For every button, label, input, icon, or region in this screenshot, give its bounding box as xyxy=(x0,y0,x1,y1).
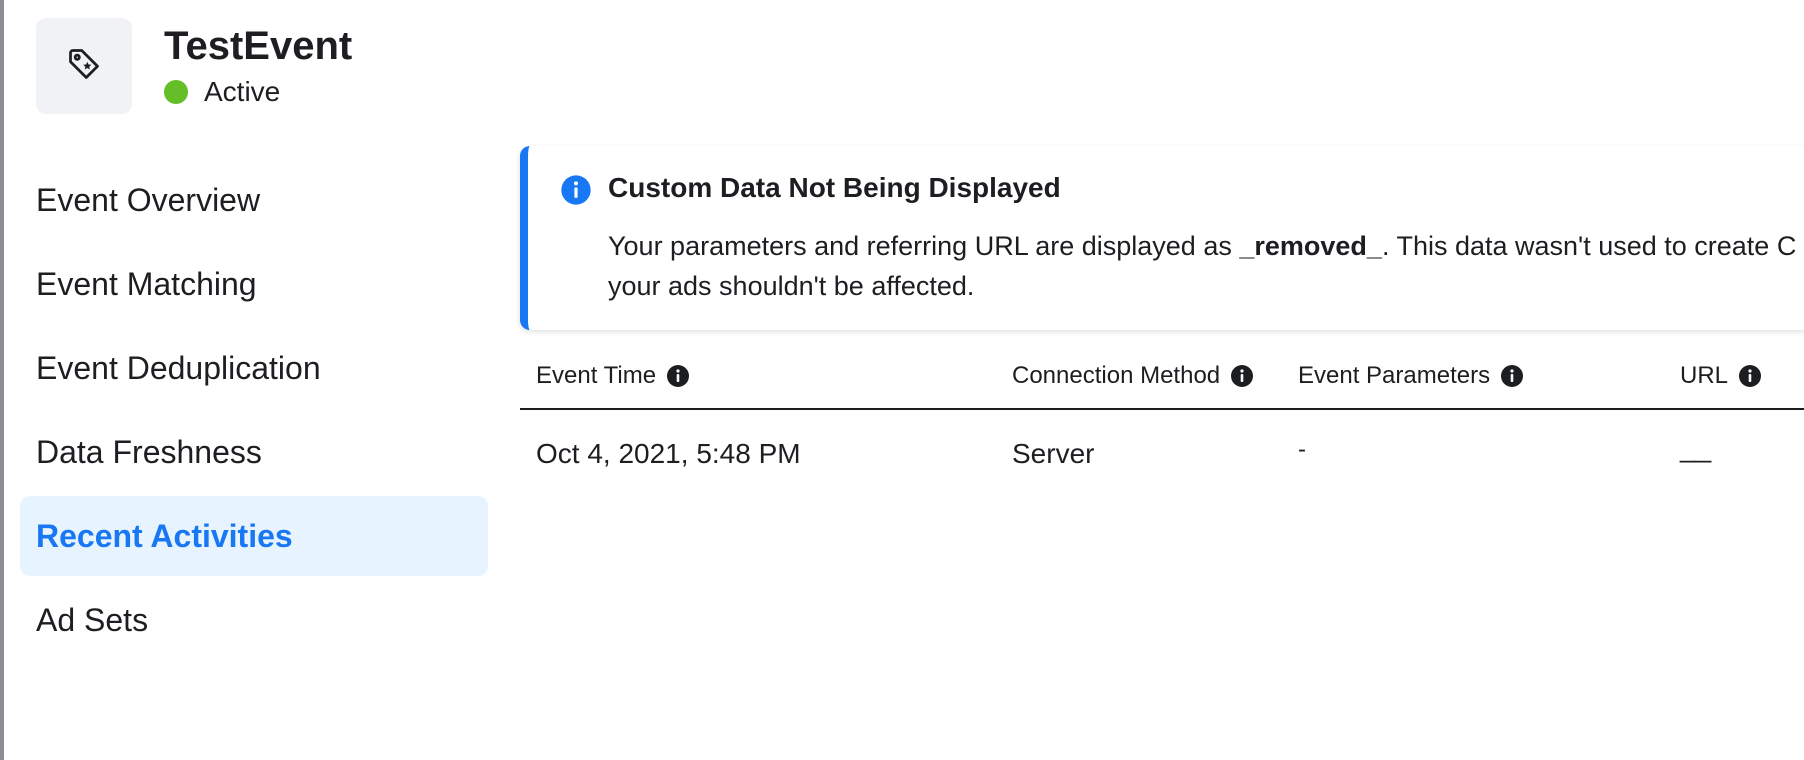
info-icon[interactable] xyxy=(1738,364,1762,388)
info-icon[interactable] xyxy=(1500,364,1524,388)
event-icon-box xyxy=(36,18,132,114)
sidebar-item-label: Event Deduplication xyxy=(36,349,321,386)
cell-event-parameters: - xyxy=(1298,436,1306,463)
banner-text: . This data wasn't used to create C xyxy=(1381,231,1797,261)
banner-removed-token: _removed_ xyxy=(1239,231,1382,261)
table-row[interactable]: Oct 4, 2021, 5:48 PM Server - __ xyxy=(520,410,1804,510)
sidebar-item-event-matching[interactable]: Event Matching xyxy=(20,244,488,324)
event-title: TestEvent xyxy=(164,24,353,68)
table-header: Event Time Connection Method Event Param… xyxy=(520,350,1804,410)
info-icon xyxy=(560,174,592,211)
banner-title: Custom Data Not Being Displayed xyxy=(608,172,1061,203)
sidebar-item-event-deduplication[interactable]: Event Deduplication xyxy=(20,328,488,408)
banner-text: Your parameters and referring URL are di… xyxy=(608,231,1240,261)
cell-url: __ xyxy=(1680,432,1712,463)
status-label: Active xyxy=(204,76,281,107)
event-status: Active xyxy=(164,76,280,108)
banner-body-line-2: your ads shouldn't be affected. xyxy=(608,271,975,301)
column-label: Connection Method xyxy=(1012,362,1221,389)
sidebar-item-label: Ad Sets xyxy=(36,601,149,638)
sidebar-item-label: Event Overview xyxy=(36,181,261,218)
sidebar-item-data-freshness[interactable]: Data Freshness xyxy=(20,412,488,492)
sidebar-item-event-overview[interactable]: Event Overview xyxy=(20,160,488,240)
column-label: URL xyxy=(1680,362,1729,389)
info-icon[interactable] xyxy=(1230,364,1254,388)
sidebar-item-ad-sets[interactable]: Ad Sets xyxy=(20,580,488,660)
tag-icon xyxy=(66,46,102,87)
info-icon[interactable] xyxy=(666,364,690,388)
sidebar-item-label: Recent Activities xyxy=(36,517,293,554)
status-dot xyxy=(164,80,188,104)
column-header-connection-method[interactable]: Connection Method xyxy=(1012,362,1254,390)
sidebar-item-recent-activities[interactable]: Recent Activities xyxy=(20,496,488,576)
cell-connection-method: Server xyxy=(1012,438,1095,469)
info-banner: Custom Data Not Being Displayed Your par… xyxy=(520,146,1804,330)
column-label: Event Time xyxy=(536,362,657,389)
column-header-url[interactable]: URL xyxy=(1680,362,1762,390)
column-header-event-parameters[interactable]: Event Parameters xyxy=(1298,362,1524,390)
window-edge xyxy=(0,0,4,760)
recent-activities-table: Event Time Connection Method Event Param… xyxy=(520,350,1804,510)
column-label: Event Parameters xyxy=(1298,362,1491,389)
sidebar-item-label: Event Matching xyxy=(36,265,257,302)
sidebar-nav: Event Overview Event Matching Event Dedu… xyxy=(20,160,488,664)
banner-body: Your parameters and referring URL are di… xyxy=(608,226,1796,306)
banner-body-line-1: Your parameters and referring URL are di… xyxy=(608,226,1796,266)
cell-event-time: Oct 4, 2021, 5:48 PM xyxy=(536,438,801,469)
event-details-panel: TestEvent Active Event Overview Event Ma… xyxy=(0,0,1804,760)
column-header-event-time[interactable]: Event Time xyxy=(536,362,690,390)
sidebar-item-label: Data Freshness xyxy=(36,433,262,470)
